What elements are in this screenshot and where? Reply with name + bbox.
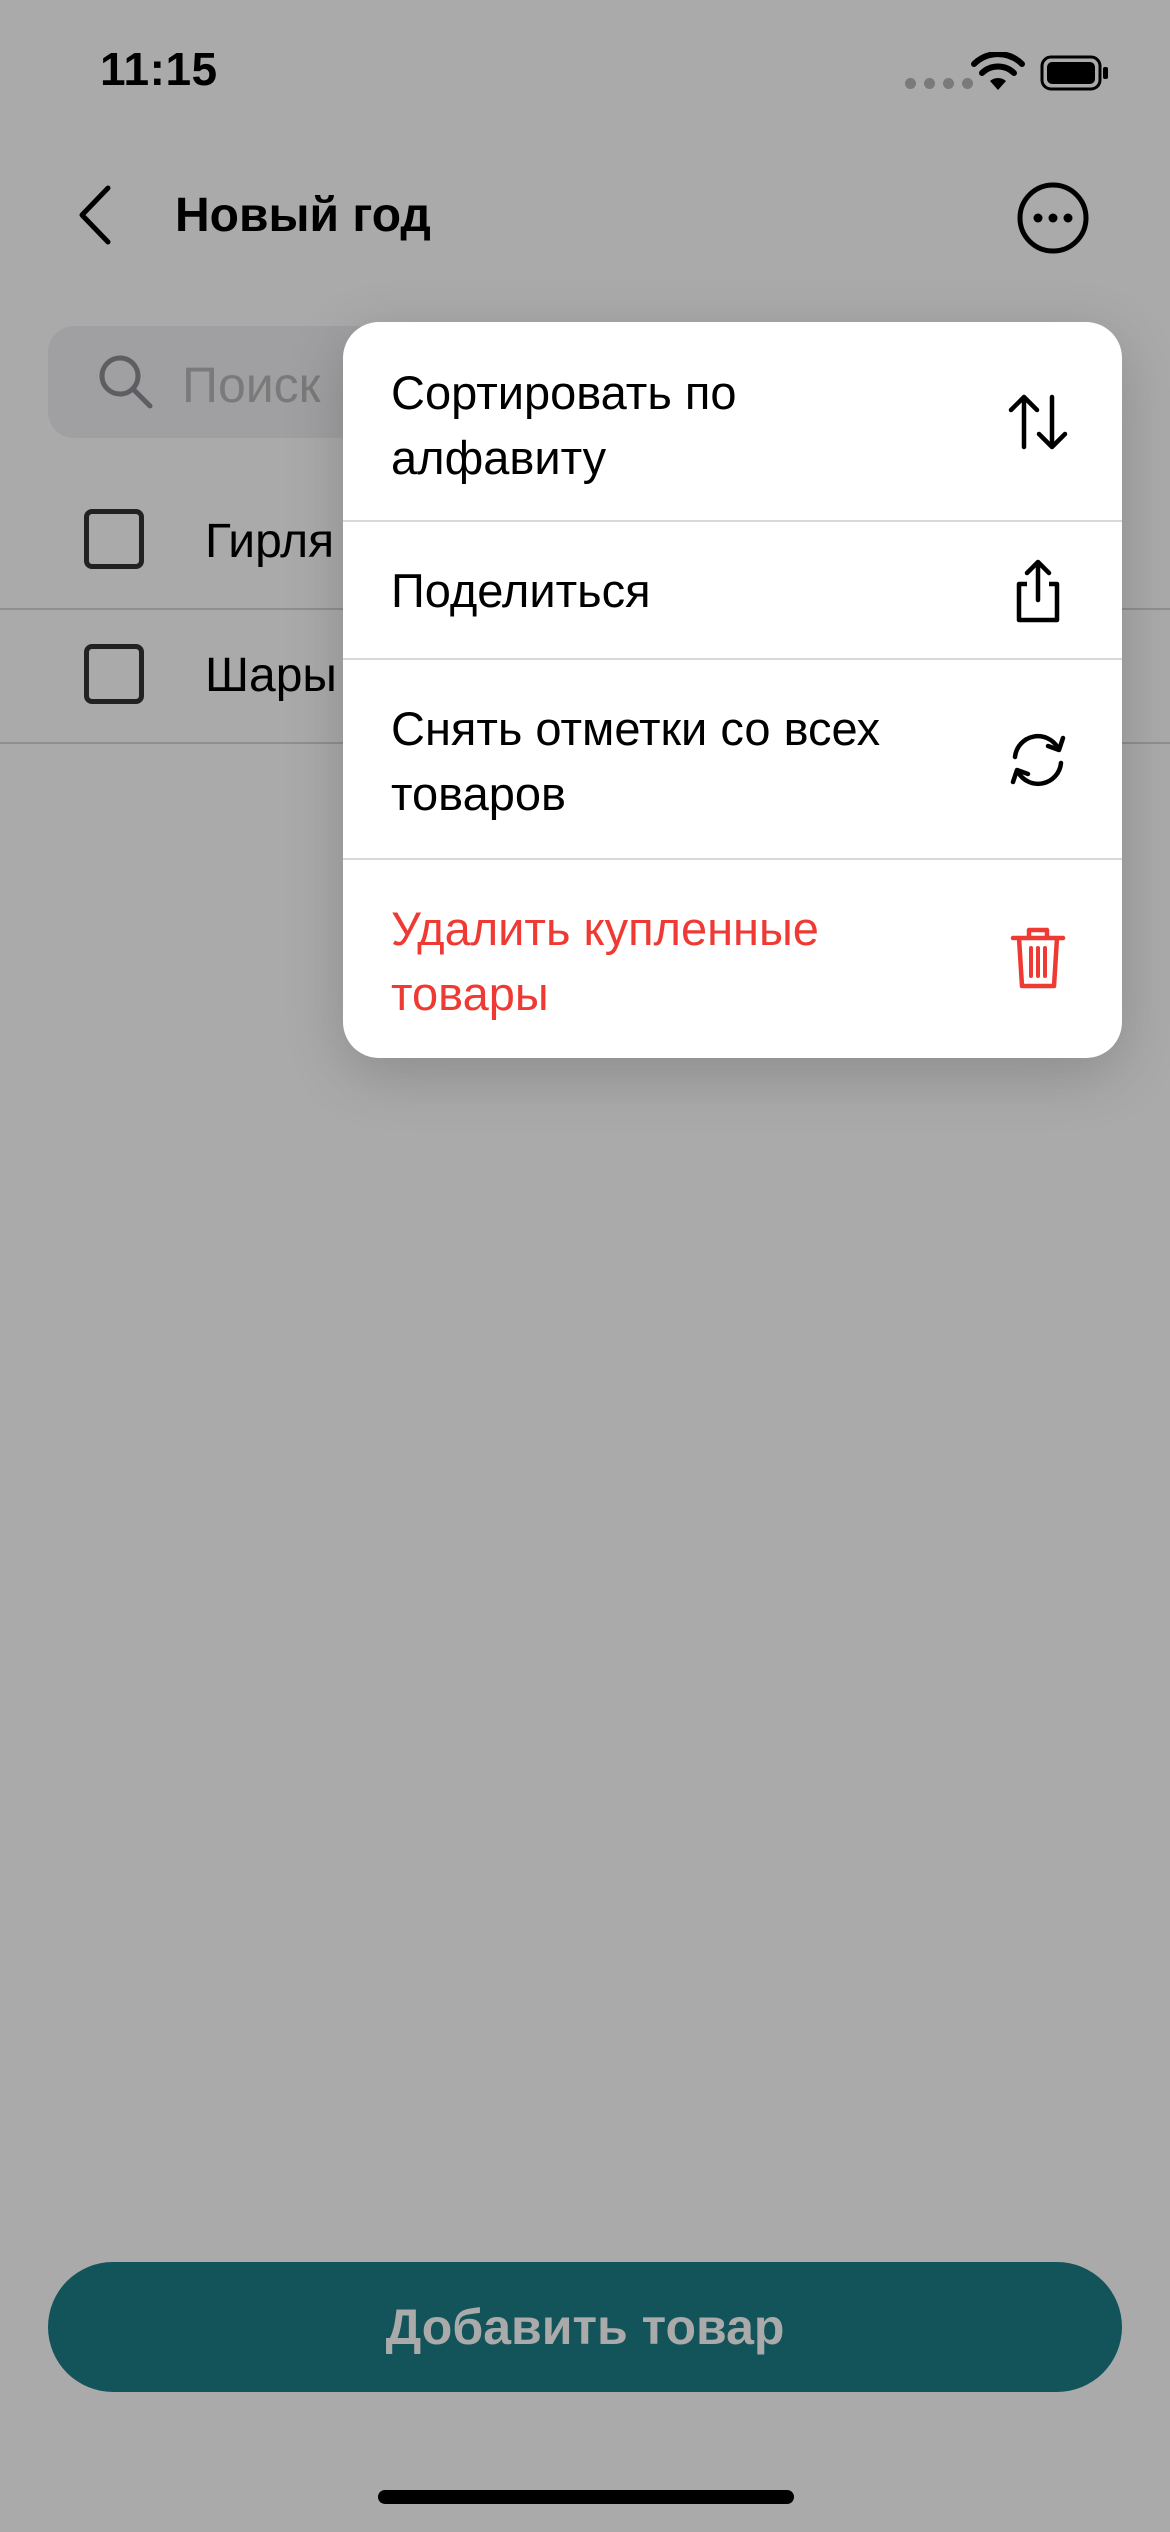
share-icon — [1016, 559, 1060, 623]
sort-arrows-icon — [1008, 394, 1068, 450]
refresh-icon — [1010, 733, 1066, 787]
menu-item-share[interactable]: Поделиться — [343, 522, 1122, 660]
menu-item-sort[interactable]: Сортировать по алфавиту — [343, 322, 1122, 522]
context-menu: Сортировать по алфавиту Поделиться Снять… — [343, 322, 1122, 1058]
trash-icon — [1010, 927, 1066, 989]
menu-item-label: Поделиться — [391, 564, 651, 617]
menu-item-label: Сортировать по алфавиту — [391, 366, 737, 484]
menu-item-uncheck-all[interactable]: Снять отметки со всех товаров — [343, 660, 1122, 860]
menu-item-label: Удалить купленные товары — [391, 902, 819, 1020]
menu-item-delete-purchased[interactable]: Удалить купленные товары — [343, 860, 1122, 1058]
menu-item-label: Снять отметки со всех товаров — [391, 702, 881, 820]
